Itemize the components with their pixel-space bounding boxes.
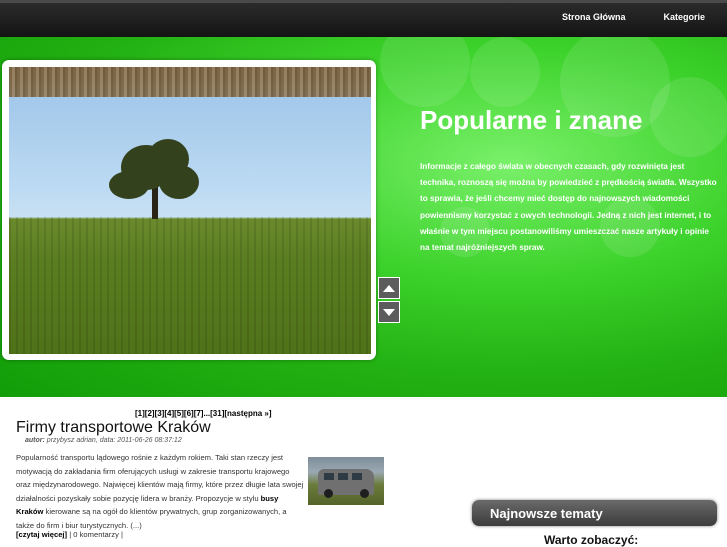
van-shape [318,469,374,498]
nav-item-categories[interactable]: Kategorie [647,12,727,22]
post-excerpt-text-end: kierowane są na ogół do klientów prywatn… [16,507,287,530]
post-footer: [czytaj więcej] | 0 komentarzy | [16,530,123,539]
tree-canopy [109,171,149,199]
nav-item-home[interactable]: Strona Główna [546,12,648,22]
page-link[interactable]: [3] [155,409,165,418]
post-author: przybysz adrian, [46,437,98,444]
image-soil-strip [9,67,371,97]
author-label: autor: [25,437,45,444]
sidebar-box-title: Najnowsze tematy [490,506,603,521]
post-excerpt: Popularność transportu lądowego rośnie z… [16,451,304,532]
slider-up-button[interactable] [378,277,400,299]
arrow-up-icon [383,284,395,292]
main-nav: Strona Główna Kategorie [546,12,727,22]
post-title[interactable]: Firmy transportowe Kraków [16,419,211,437]
page-link[interactable]: [7] [194,409,204,418]
page-link[interactable]: [2] [145,409,155,418]
bokeh-decoration [470,37,540,107]
top-navigation-bar: Strona Główna Kategorie [0,0,727,37]
comments-count[interactable]: | 0 komentarzy | [69,530,123,539]
van-wheel [360,489,369,498]
arrow-down-icon [383,308,395,316]
post-meta: autor: przybysz adrian, data: 2011-06-26… [25,437,182,444]
van-wheel [324,489,333,498]
featured-image-field-tree [9,67,371,354]
van-window [352,473,362,480]
read-more-link[interactable]: [czytaj więcej] [16,530,67,539]
van-window [338,473,348,480]
page-link[interactable]: [4] [164,409,174,418]
van-window [324,473,334,480]
next-page-link[interactable]: [następna »] [224,409,271,418]
pagination: [1][2][3][4][5][6][7]...[31][następna »] [135,409,272,418]
image-field-rows [9,217,371,354]
page-link[interactable]: [6] [184,409,194,418]
post-date: data: 2011-06-26 08:37:12 [99,437,182,444]
hero-title: Popularne i znane [420,105,643,135]
tree-canopy [159,165,199,199]
page-link[interactable]: [1] [135,409,145,418]
page-link[interactable]: [5] [174,409,184,418]
sidebar-latest-topics-box: Najnowsze tematy [472,500,717,526]
slider-down-button[interactable] [378,301,400,323]
post-thumbnail-bus[interactable] [308,457,384,505]
bokeh-decoration [380,37,470,107]
featured-image-frame [2,60,376,360]
tree-trunk [152,185,158,219]
bokeh-decoration [650,77,727,157]
page-link[interactable]: [31] [210,409,224,418]
hero-description: Informacje z całego świata w obecnych cz… [420,162,717,253]
hero-banner: Popularne i znane Informacje z całego św… [0,37,727,397]
